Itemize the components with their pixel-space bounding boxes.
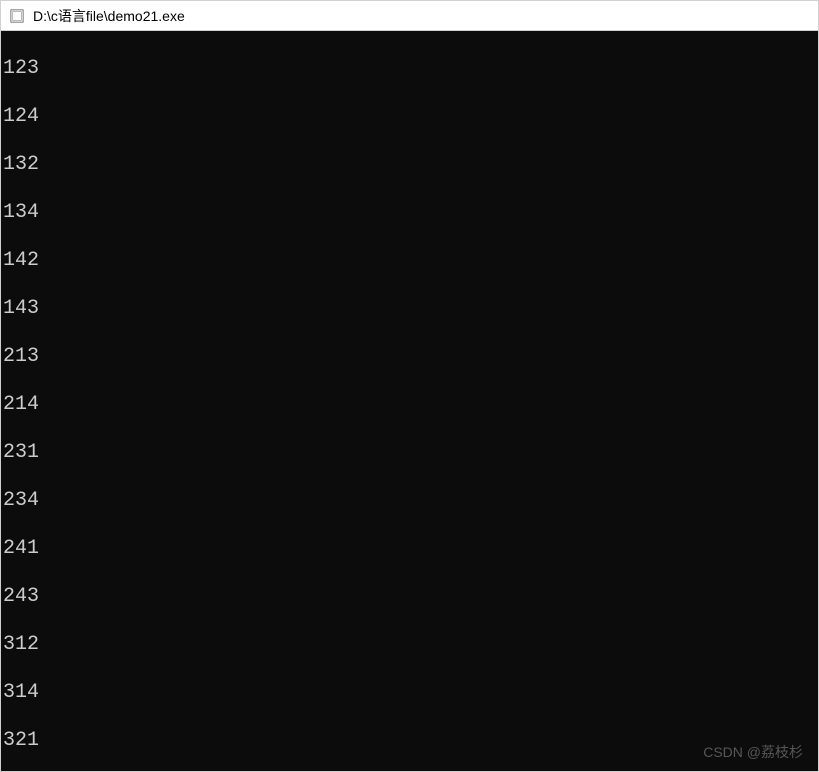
window-title: D:\c语言file\demo21.exe xyxy=(33,6,185,26)
output-line: 124 xyxy=(3,105,818,129)
output-line: 123 xyxy=(3,57,818,81)
output-line: 134 xyxy=(3,201,818,225)
app-icon xyxy=(9,8,25,24)
output-line: 314 xyxy=(3,681,818,705)
output-line: 234 xyxy=(3,489,818,513)
output-line: 241 xyxy=(3,537,818,561)
output-line: 132 xyxy=(3,153,818,177)
output-line: 214 xyxy=(3,393,818,417)
output-line: 231 xyxy=(3,441,818,465)
output-line: 312 xyxy=(3,633,818,657)
output-line: 143 xyxy=(3,297,818,321)
output-line: 213 xyxy=(3,345,818,369)
titlebar[interactable]: D:\c语言file\demo21.exe xyxy=(1,1,818,31)
console-window: D:\c语言file\demo21.exe 123 124 132 134 14… xyxy=(0,0,819,772)
output-line: 243 xyxy=(3,585,818,609)
output-line: 142 xyxy=(3,249,818,273)
console-output[interactable]: 123 124 132 134 142 143 213 214 231 234 … xyxy=(1,31,818,771)
watermark: CSDN @荔枝杉 xyxy=(703,742,803,762)
output-line: 321 xyxy=(3,729,818,753)
